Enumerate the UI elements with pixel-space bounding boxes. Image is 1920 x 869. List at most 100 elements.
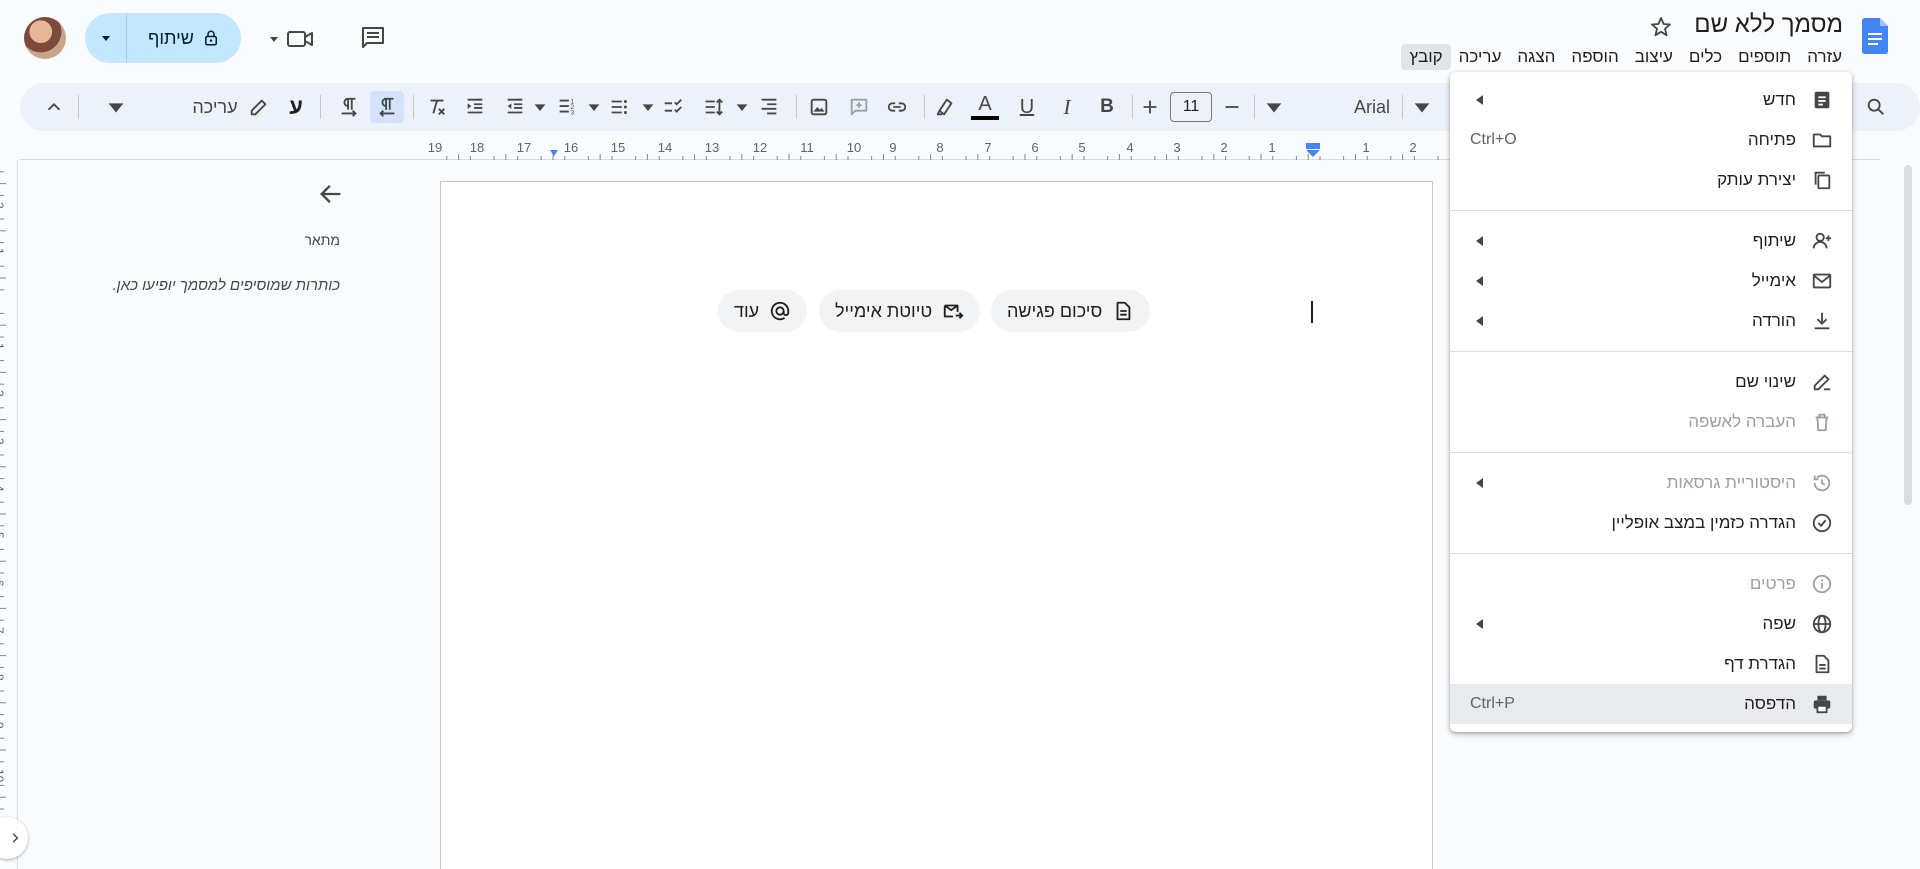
ruler-number: 5 [1078,140,1086,155]
bulleted-list-button[interactable] [602,91,636,123]
docs-logo-icon[interactable] [1862,18,1888,54]
share-button[interactable]: שיתוף [85,13,241,63]
font-family-select[interactable]: Arial [1310,91,1390,123]
line-spacing-button[interactable] [696,91,730,123]
edit-mode-label: עריכה [192,96,238,117]
star-icon[interactable] [1649,15,1673,39]
text-color-glyph: A [978,93,992,115]
ruler-number: 11 [800,140,814,155]
caret-down-icon [534,104,546,111]
menu-edit[interactable]: עריכה [1451,44,1510,70]
menu-view[interactable]: הצגה [1509,44,1563,70]
file-menu-download[interactable]: הורדה [1450,301,1852,341]
ruler-number: 2 [1409,140,1417,155]
file-menu-email[interactable]: אימייל [1450,261,1852,301]
file-menu-make-available-offline[interactable]: הגדרה כזמין במצב אופליין [1450,503,1852,543]
comments-icon[interactable] [359,24,387,52]
share-dropdown-button[interactable] [85,13,127,63]
clear-formatting-button[interactable] [420,91,454,123]
search-menus-button[interactable] [1860,91,1892,123]
align-right-button[interactable] [752,91,786,123]
ruler-number: 3 [0,438,6,445]
share-main[interactable]: שיתוף [127,28,241,49]
menu-insert[interactable]: הוספה [1563,44,1626,70]
checklist-button[interactable] [656,91,690,123]
decrease-font-size-button[interactable] [1218,91,1246,123]
indent-icon [467,98,483,114]
edit-mode-dropdown-caret[interactable] [104,91,128,123]
open-shortcut: Ctrl+O [1470,131,1517,148]
collapse-toolbar-button[interactable] [40,91,68,123]
vertical-scrollbar[interactable] [1904,165,1912,505]
file-menu-share[interactable]: שיתוף [1450,221,1852,261]
ruler-number: 1 [0,248,6,255]
video-camera-icon [287,31,313,47]
align-caret[interactable] [734,91,750,123]
style-dropdown-caret[interactable] [1410,91,1434,123]
insert-image-button[interactable] [802,91,836,123]
numbered-list-button[interactable]: 123 [550,91,584,123]
menu-separator [1450,553,1852,554]
menu-tools[interactable]: כלים [1681,44,1730,70]
increase-font-size-button[interactable] [1136,91,1164,123]
avatar[interactable] [24,17,66,59]
file-menu-print[interactable]: הדפסה Ctrl+P [1450,684,1852,724]
outdent-button[interactable] [498,91,532,123]
file-menu-rename[interactable]: שינוי שם [1450,362,1852,402]
text-color-button[interactable]: A [968,91,1002,123]
highlight-color-button[interactable] [928,91,962,123]
numbered-list-caret[interactable] [532,91,548,123]
menu-extensions[interactable]: תוספים [1730,44,1799,70]
ltr-direction-button[interactable] [332,91,366,123]
indent-button[interactable] [458,91,492,123]
rtl-text-button[interactable]: ע [280,91,312,123]
show-outline-button[interactable] [0,817,28,859]
insert-link-button[interactable] [880,91,914,123]
file-menu-version-history-label: היסטוריית גרסאות [1666,473,1796,492]
more-chip[interactable]: עוד [718,290,808,332]
caret-down-icon [1266,103,1282,113]
file-menu-language[interactable]: שפה [1450,604,1852,644]
file-menu-share-label: שיתוף [1752,231,1796,250]
file-menu-new[interactable]: חדש [1450,80,1852,120]
file-menu-page-setup[interactable]: הגדרת דף [1450,644,1852,684]
ruler-number: 12 [752,140,768,155]
caret-down-icon [736,104,748,111]
bold-button[interactable]: B [1092,91,1122,123]
add-comment-button[interactable] [842,91,876,123]
offline-check-icon [1810,511,1834,535]
menu-format[interactable]: עיצוב [1627,44,1681,70]
file-menu-details: פרטים [1450,564,1852,604]
rtl-direction-button[interactable] [370,91,404,123]
arrow-left-icon [320,185,341,203]
printer-icon [1810,692,1834,716]
font-dropdown-caret[interactable] [1262,91,1286,123]
vertical-ruler[interactable]: 2 1 1 2 3 4 5 6 7 8 9 10 [0,160,18,869]
meeting-notes-chip[interactable]: סיכום פגישה [991,290,1151,332]
file-menu-open[interactable]: פתיחה Ctrl+O [1450,120,1852,160]
edit-mode-button[interactable]: עריכה [176,91,286,123]
submenu-arrow-icon [1476,619,1483,629]
file-menu-rename-label: שינוי שם [1735,372,1796,391]
more-label: עוד [734,300,760,321]
lock-icon [204,30,217,46]
menu-file[interactable]: קובץ [1401,44,1451,70]
italic-button[interactable]: I [1052,91,1082,123]
underline-button[interactable]: U [1012,91,1042,123]
email-draft-chip[interactable]: טיוטת אימייל [819,290,981,332]
font-size-input[interactable]: 11 [1170,92,1212,122]
bulleted-list-caret[interactable] [586,91,602,123]
document-title[interactable]: מסמך ללא שם [1694,11,1843,39]
meet-button[interactable] [268,24,322,54]
numbered-list-icon: 123 [559,98,575,116]
email-send-icon [944,304,964,319]
menu-help[interactable]: עזרה [1799,44,1850,70]
link-icon [887,102,907,112]
close-outline-button[interactable] [317,180,345,208]
document-page[interactable] [440,181,1433,869]
file-menu-make-copy[interactable]: יצירת עותק [1450,160,1852,200]
caret-down-icon [642,104,654,111]
checklist-caret[interactable] [640,91,656,123]
file-menu-move-to-trash: העברה לאשפה [1450,402,1852,442]
folder-icon [1810,128,1834,152]
